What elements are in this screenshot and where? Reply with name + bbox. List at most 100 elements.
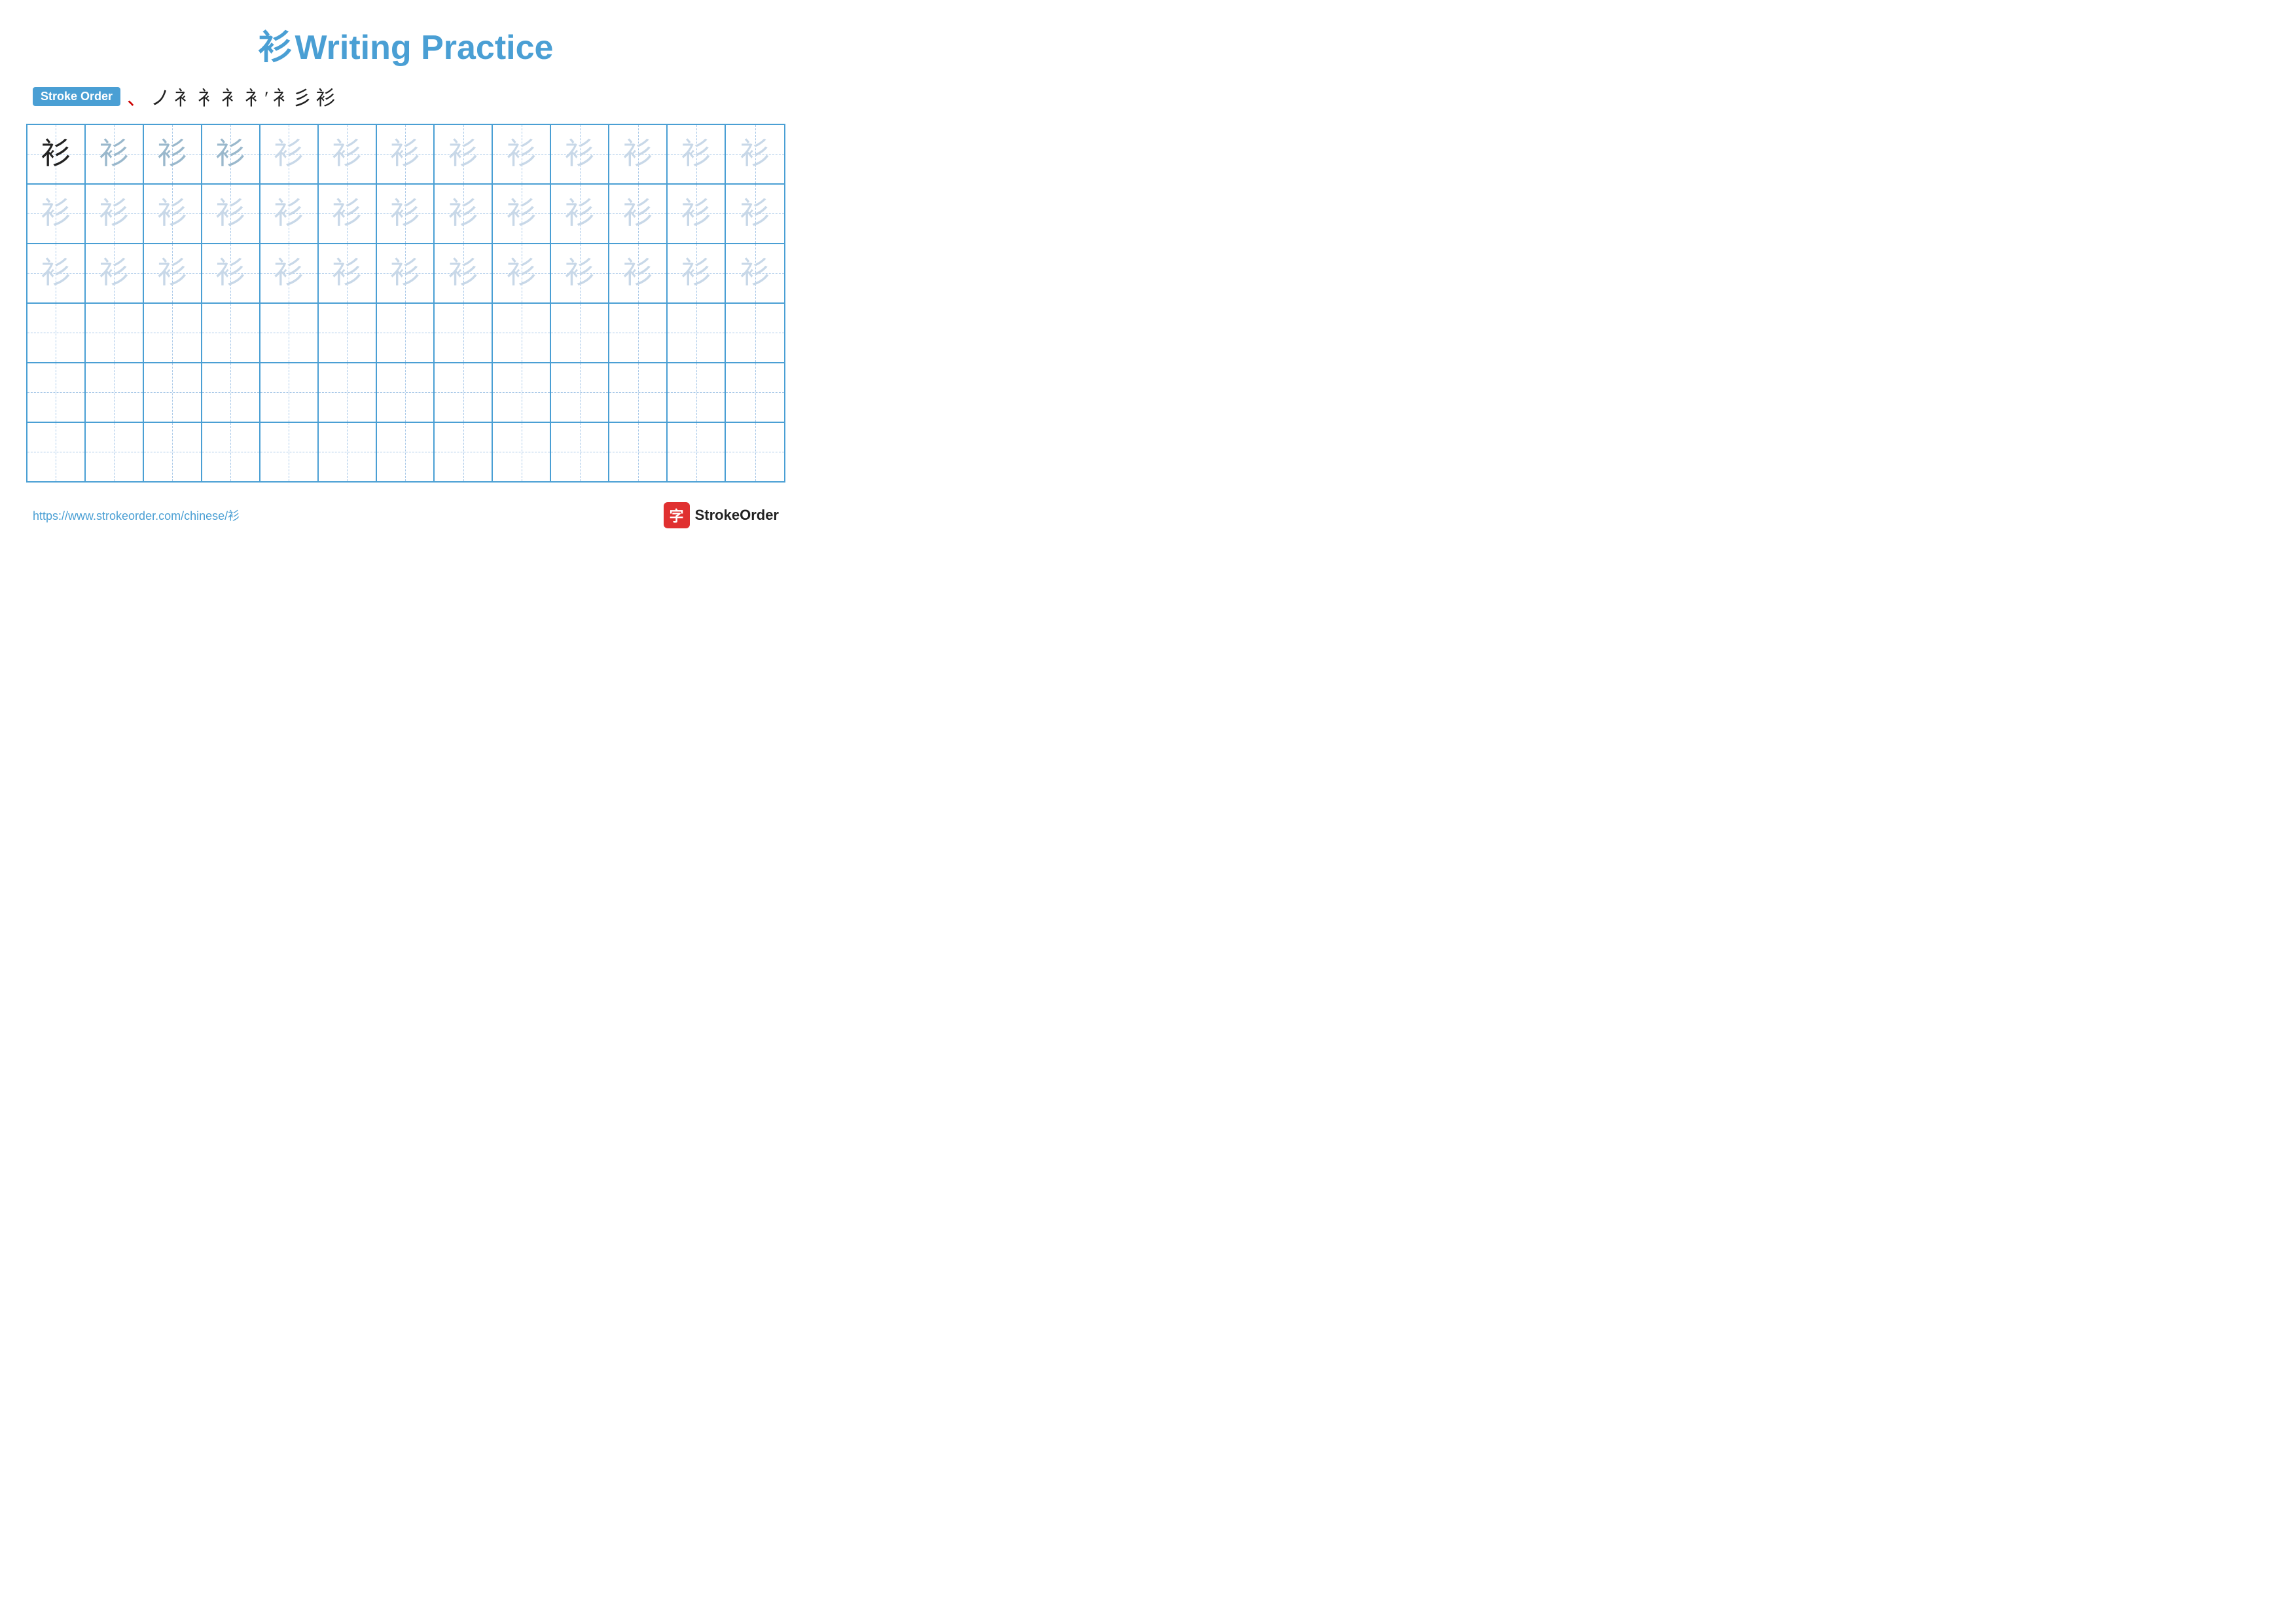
grid-cell-3-4: 衫 (202, 244, 260, 302)
grid-cell-4-13[interactable] (726, 304, 784, 362)
grid-row-3: 衫 衫 衫 衫 衫 衫 衫 衫 衫 衫 衫 衫 衫 (27, 244, 784, 304)
grid-cell-6-11[interactable] (609, 423, 668, 481)
grid-cell-6-10[interactable] (551, 423, 609, 481)
grid-cell-4-9[interactable] (493, 304, 551, 362)
grid-cell-5-3[interactable] (144, 363, 202, 422)
footer-url: https://www.strokeorder.com/chinese/衫 (33, 507, 240, 524)
stroke-order-badge: Stroke Order (33, 87, 120, 106)
grid-cell-2-3: 衫 (144, 185, 202, 243)
grid-cell-3-2: 衫 (86, 244, 144, 302)
grid-cell-3-5: 衫 (260, 244, 319, 302)
grid-cell-1-3: 衫 (144, 125, 202, 183)
grid-cell-1-5: 衫 (260, 125, 319, 183)
grid-cell-5-12[interactable] (668, 363, 726, 422)
footer: https://www.strokeorder.com/chinese/衫 字 … (26, 502, 785, 528)
grid-cell-1-4: 衫 (202, 125, 260, 183)
grid-cell-5-4[interactable] (202, 363, 260, 422)
grid-cell-4-2[interactable] (86, 304, 144, 362)
grid-cell-1-1: 衫 (27, 125, 86, 183)
grid-cell-4-5[interactable] (260, 304, 319, 362)
grid-cell-2-8: 衫 (435, 185, 493, 243)
grid-cell-5-10[interactable] (551, 363, 609, 422)
grid-cell-6-13[interactable] (726, 423, 784, 481)
grid-cell-4-8[interactable] (435, 304, 493, 362)
grid-cell-2-6: 衫 (319, 185, 377, 243)
grid-cell-2-5: 衫 (260, 185, 319, 243)
grid-cell-5-5[interactable] (260, 363, 319, 422)
grid-cell-2-12: 衫 (668, 185, 726, 243)
grid-cell-5-9[interactable] (493, 363, 551, 422)
grid-cell-1-11: 衫 (609, 125, 668, 183)
grid-cell-5-8[interactable] (435, 363, 493, 422)
grid-cell-2-1: 衫 (27, 185, 86, 243)
grid-cell-2-10: 衫 (551, 185, 609, 243)
stroke-steps: 、 ノ 衤 衤 衤 衤′ 衤彡 衫 (127, 82, 336, 111)
grid-row-5 (27, 363, 784, 423)
grid-cell-1-2: 衫 (86, 125, 144, 183)
title-char: 衫 (259, 29, 293, 67)
grid-cell-3-6: 衫 (319, 244, 377, 302)
grid-cell-6-6[interactable] (319, 423, 377, 481)
grid-cell-3-1: 衫 (27, 244, 86, 302)
stroke-order-row: Stroke Order 、 ノ 衤 衤 衤 衤′ 衤彡 衫 (26, 82, 785, 111)
grid-cell-6-3[interactable] (144, 423, 202, 481)
grid-cell-5-13[interactable] (726, 363, 784, 422)
grid-cell-1-13: 衫 (726, 125, 784, 183)
grid-cell-4-7[interactable] (377, 304, 435, 362)
grid-cell-5-7[interactable] (377, 363, 435, 422)
grid-cell-3-11: 衫 (609, 244, 668, 302)
footer-logo-text: StrokeOrder (695, 507, 779, 524)
strokeorder-logo-icon: 字 (664, 502, 690, 528)
grid-cell-4-10[interactable] (551, 304, 609, 362)
grid-cell-2-4: 衫 (202, 185, 260, 243)
grid-cell-2-9: 衫 (493, 185, 551, 243)
grid-cell-3-9: 衫 (493, 244, 551, 302)
grid-cell-4-12[interactable] (668, 304, 726, 362)
grid-row-4 (27, 304, 784, 363)
grid-row-1: 衫 衫 衫 衫 衫 衫 衫 衫 衫 衫 衫 衫 衫 (27, 125, 784, 185)
grid-cell-2-13: 衫 (726, 185, 784, 243)
grid-cell-2-7: 衫 (377, 185, 435, 243)
grid-cell-6-9[interactable] (493, 423, 551, 481)
grid-cell-4-1[interactable] (27, 304, 86, 362)
grid-cell-4-3[interactable] (144, 304, 202, 362)
grid-cell-1-7: 衫 (377, 125, 435, 183)
grid-cell-2-2: 衫 (86, 185, 144, 243)
page-title: 衫 Writing Practice (26, 20, 785, 69)
stroke-step-5: 衤 (221, 82, 241, 111)
stroke-step-6: 衤′ (245, 82, 269, 111)
stroke-step-3: 衤 (174, 82, 194, 111)
grid-cell-6-12[interactable] (668, 423, 726, 481)
grid-cell-3-12: 衫 (668, 244, 726, 302)
grid-cell-4-11[interactable] (609, 304, 668, 362)
footer-logo: 字 StrokeOrder (664, 502, 779, 528)
stroke-step-2: ノ (151, 82, 170, 111)
grid-cell-6-8[interactable] (435, 423, 493, 481)
grid-cell-6-7[interactable] (377, 423, 435, 481)
grid-cell-6-2[interactable] (86, 423, 144, 481)
grid-cell-1-9: 衫 (493, 125, 551, 183)
stroke-step-7: 衤彡 (273, 82, 312, 111)
grid-cell-4-6[interactable] (319, 304, 377, 362)
stroke-step-1: 、 (127, 82, 147, 111)
grid-cell-6-1[interactable] (27, 423, 86, 481)
practice-grid: 衫 衫 衫 衫 衫 衫 衫 衫 衫 衫 衫 衫 衫 衫 衫 衫 衫 衫 衫 衫 … (26, 124, 785, 483)
grid-cell-5-6[interactable] (319, 363, 377, 422)
grid-cell-4-4[interactable] (202, 304, 260, 362)
grid-cell-5-11[interactable] (609, 363, 668, 422)
grid-cell-1-10: 衫 (551, 125, 609, 183)
grid-row-6 (27, 423, 784, 481)
grid-cell-5-1[interactable] (27, 363, 86, 422)
grid-cell-3-7: 衫 (377, 244, 435, 302)
grid-cell-2-11: 衫 (609, 185, 668, 243)
grid-cell-1-6: 衫 (319, 125, 377, 183)
title-label: Writing Practice (295, 29, 554, 67)
grid-cell-5-2[interactable] (86, 363, 144, 422)
grid-cell-1-12: 衫 (668, 125, 726, 183)
grid-cell-3-3: 衫 (144, 244, 202, 302)
grid-cell-3-13: 衫 (726, 244, 784, 302)
stroke-step-4: 衤 (198, 82, 217, 111)
grid-cell-6-4[interactable] (202, 423, 260, 481)
grid-row-2: 衫 衫 衫 衫 衫 衫 衫 衫 衫 衫 衫 衫 衫 (27, 185, 784, 244)
grid-cell-6-5[interactable] (260, 423, 319, 481)
